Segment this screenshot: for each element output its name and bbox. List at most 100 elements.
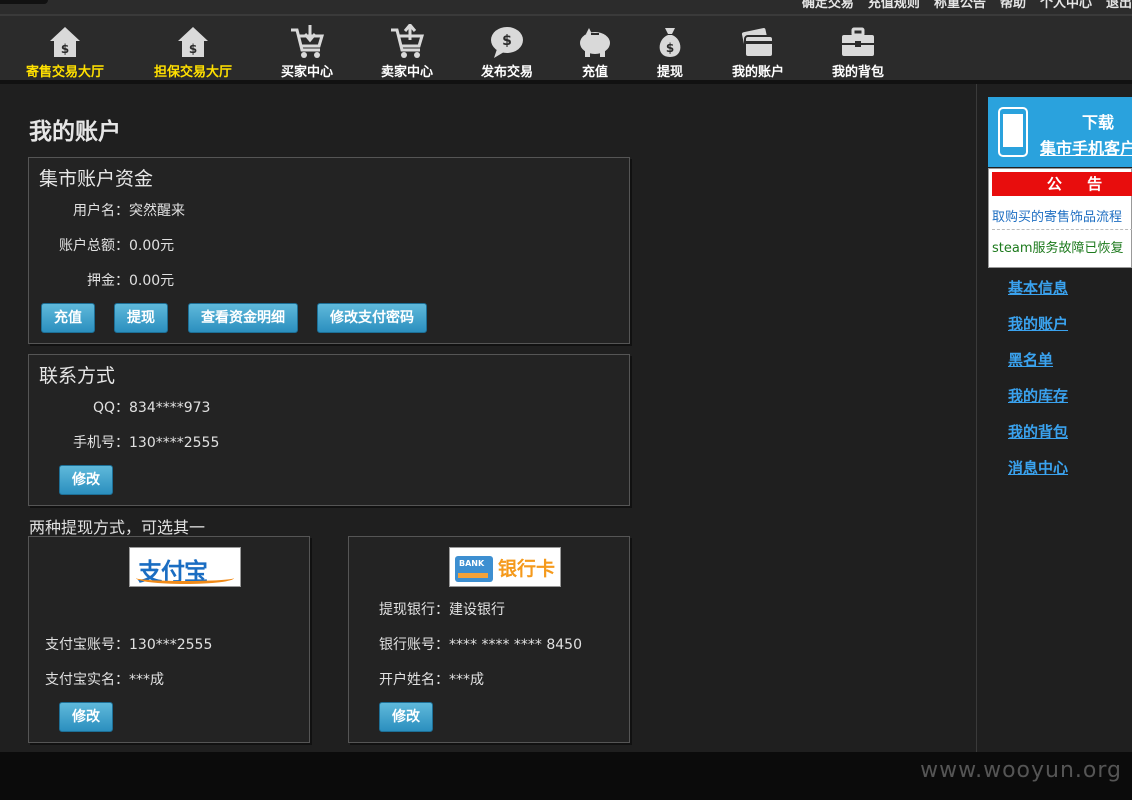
cart-upload-icon bbox=[391, 24, 425, 58]
notice-item[interactable]: steam服务故障已恢复 bbox=[992, 237, 1124, 256]
right-sidebar: 下载 集市手机客户端 公 告 取购买的寄售饰品流程 steam服务故障已恢复 基… bbox=[978, 84, 1132, 752]
username-label: 用户名： bbox=[73, 203, 129, 219]
edit-bank-button[interactable]: 修改 bbox=[379, 702, 433, 732]
nav-consignment-hall[interactable]: $ 寄售交易大厅 bbox=[15, 24, 115, 80]
nav-label: 买家中心 bbox=[280, 65, 333, 80]
main-nav: $ 寄售交易大厅 $ 担保交易大厅 买家中心 卖家中心 $ 发布交易 充值 $ … bbox=[0, 14, 1132, 84]
sidebar-link-blacklist[interactable]: 黑名单 bbox=[1008, 349, 1053, 370]
top-link[interactable]: 确定交易 bbox=[802, 0, 854, 11]
sidebar-link-inventory[interactable]: 我的库存 bbox=[1008, 385, 1068, 406]
qq-row: QQ：834****973 bbox=[29, 397, 211, 417]
piggy-bank-icon bbox=[580, 28, 610, 57]
bank-card-icon: BANK bbox=[455, 556, 493, 582]
alipay-account-value: 130***2555 bbox=[129, 637, 213, 653]
nav-label: 我的账户 bbox=[731, 65, 784, 80]
alipay-name-row: 支付宝实名：***成 bbox=[29, 669, 164, 689]
bank-name-label: 提现银行： bbox=[379, 602, 449, 618]
nav-seller-center[interactable]: 卖家中心 bbox=[357, 24, 457, 80]
download-app-link[interactable]: 集市手机客户端 bbox=[1040, 135, 1132, 159]
bank-logo-text: 银行卡 bbox=[498, 558, 556, 580]
cart-download-icon bbox=[291, 25, 325, 58]
top-link[interactable]: 称重公告 bbox=[934, 0, 986, 11]
notice-box: 公 告 取购买的寄售饰品流程 steam服务故障已恢复 bbox=[988, 168, 1132, 268]
deposit-label: 押金： bbox=[87, 273, 129, 289]
nav-my-backpack[interactable]: 我的背包 bbox=[808, 24, 908, 80]
bank-account-label: 银行账号： bbox=[379, 637, 449, 653]
deposit-row: 押金：0.00元 bbox=[29, 270, 174, 290]
bank-name-value: 建设银行 bbox=[449, 602, 505, 618]
balance-row: 账户总额：0.00元 bbox=[29, 235, 174, 255]
alipay-swoosh bbox=[136, 572, 234, 584]
sidebar-link-basic-info[interactable]: 基本信息 bbox=[1008, 277, 1068, 298]
nav-label: 提现 bbox=[656, 65, 683, 80]
alipay-account-row: 支付宝账号：130***2555 bbox=[29, 634, 212, 654]
nav-label: 担保交易大厅 bbox=[153, 65, 232, 80]
svg-text:$: $ bbox=[189, 42, 197, 56]
speech-dollar-icon: $ bbox=[491, 27, 523, 58]
briefcase-icon bbox=[842, 27, 874, 56]
site-logo bbox=[0, 0, 48, 4]
contact-panel: 联系方式 QQ：834****973 手机号：130****2555 修改 bbox=[28, 354, 630, 506]
bank-holder-label: 开户姓名： bbox=[379, 672, 449, 688]
wallet-card-icon bbox=[741, 28, 774, 58]
alipay-panel: 支付宝 支付宝账号：130***2555 支付宝实名：***成 修改 bbox=[28, 536, 310, 743]
username-row: 用户名：突然醒来 bbox=[29, 200, 185, 220]
nav-label: 我的背包 bbox=[831, 65, 884, 80]
bank-holder-row: 开户姓名：***成 bbox=[349, 669, 484, 689]
qq-label: QQ： bbox=[92, 400, 129, 416]
svg-text:$: $ bbox=[502, 33, 512, 49]
page-title: 我的账户 bbox=[29, 119, 121, 145]
phone-icon bbox=[998, 107, 1028, 157]
alipay-account-label: 支付宝账号： bbox=[45, 637, 129, 653]
nav-escrow-hall[interactable]: $ 担保交易大厅 bbox=[143, 24, 243, 80]
phone-row: 手机号：130****2555 bbox=[29, 432, 219, 452]
alipay-name-value: ***成 bbox=[129, 672, 164, 688]
nav-label: 寄售交易大厅 bbox=[25, 65, 104, 80]
bank-panel: BANK 银行卡 提现银行：建设银行 银行账号：**** **** **** 8… bbox=[348, 536, 630, 743]
house-dollar-icon: $ bbox=[50, 27, 80, 57]
fund-details-button[interactable]: 查看资金明细 bbox=[188, 303, 298, 333]
username-value: 突然醒来 bbox=[129, 203, 185, 219]
top-link[interactable]: 个人中心 bbox=[1040, 0, 1092, 11]
top-link[interactable]: 帮助 bbox=[1000, 0, 1026, 11]
deposit-value: 0.00元 bbox=[129, 273, 175, 289]
top-link[interactable]: 退出 bbox=[1106, 0, 1132, 11]
notice-divider bbox=[992, 229, 1132, 230]
alipay-name-label: 支付宝实名： bbox=[45, 672, 129, 688]
edit-alipay-button[interactable]: 修改 bbox=[59, 702, 113, 732]
withdraw-methods-note: 两种提现方式，可选其一 bbox=[29, 518, 206, 537]
notice-title: 公 告 bbox=[992, 172, 1132, 196]
funds-panel-title: 集市账户资金 bbox=[39, 168, 154, 190]
change-pay-password-button[interactable]: 修改支付密码 bbox=[317, 303, 427, 333]
bank-account-row: 银行账号：**** **** **** 8450 bbox=[349, 634, 582, 654]
nav-my-account[interactable]: 我的账户 bbox=[708, 24, 808, 80]
sidebar-link-messages[interactable]: 消息中心 bbox=[1008, 457, 1068, 478]
top-link[interactable]: 充值规则 bbox=[868, 0, 920, 11]
alipay-logo: 支付宝 bbox=[129, 547, 241, 587]
money-bag-icon: $ bbox=[659, 28, 681, 57]
edit-contact-button[interactable]: 修改 bbox=[59, 465, 113, 495]
download-app-banner[interactable]: 下载 集市手机客户端 bbox=[988, 97, 1132, 167]
svg-text:$: $ bbox=[61, 42, 69, 56]
bank-holder-value: ***成 bbox=[449, 672, 484, 688]
watermark: www.wooyun.org bbox=[920, 758, 1122, 783]
nav-buyer-center[interactable]: 买家中心 bbox=[257, 24, 357, 80]
recharge-button[interactable]: 充值 bbox=[41, 303, 95, 333]
nav-withdraw[interactable]: $ 提现 bbox=[620, 24, 720, 80]
top-strip: 确定交易 充值规则 称重公告 帮助 个人中心 退出 bbox=[0, 0, 1132, 14]
balance-label: 账户总额： bbox=[59, 238, 129, 254]
qq-value: 834****973 bbox=[129, 400, 211, 416]
svg-text:$: $ bbox=[666, 41, 674, 55]
nav-label: 发布交易 bbox=[480, 65, 533, 80]
notice-item[interactable]: 取购买的寄售饰品流程 bbox=[992, 206, 1122, 225]
withdraw-button[interactable]: 提现 bbox=[114, 303, 168, 333]
main-content: 我的账户 集市账户资金 用户名：突然醒来 账户总额：0.00元 押金：0.00元… bbox=[0, 84, 977, 752]
sidebar-link-backpack[interactable]: 我的背包 bbox=[1008, 421, 1068, 442]
footer: www.wooyun.org bbox=[0, 752, 1132, 800]
top-links: 确定交易 充值规则 称重公告 帮助 个人中心 退出 bbox=[802, 0, 1132, 11]
nav-publish-trade[interactable]: $ 发布交易 bbox=[457, 24, 557, 80]
download-label: 下载 bbox=[1082, 113, 1115, 132]
sidebar-link-my-account[interactable]: 我的账户 bbox=[1008, 313, 1068, 334]
phone-value: 130****2555 bbox=[129, 435, 220, 451]
bank-account-value: **** **** **** 8450 bbox=[449, 637, 582, 653]
